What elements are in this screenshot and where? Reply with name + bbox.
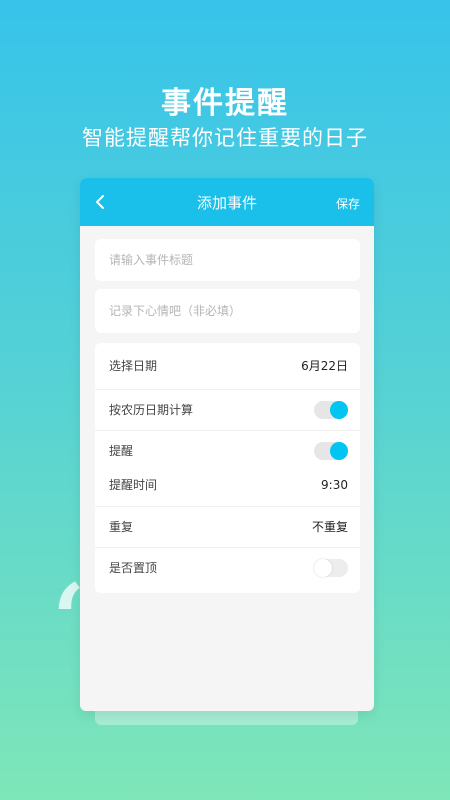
pin-toggle[interactable] xyxy=(314,559,348,577)
lunar-toggle[interactable] xyxy=(314,401,348,419)
settings-panel: 选择日期 6月22日 按农历日期计算 提醒 提醒时间 9:30 重复 不重复 是… xyxy=(95,343,360,593)
lunar-label: 按农历日期计算 xyxy=(109,403,194,417)
hero-title: 事件提醒 xyxy=(161,86,289,121)
nav-bar: 添加事件 保存 xyxy=(80,178,374,226)
date-label: 选择日期 xyxy=(109,359,158,373)
date-value: 6月22日 xyxy=(301,359,348,373)
hero-subtitle: 智能提醒帮你记住重要的日子 xyxy=(82,126,368,150)
remind-time-value: 9:30 xyxy=(321,478,348,492)
event-title-input[interactable]: 请输入事件标题 xyxy=(95,239,360,281)
pin-label: 是否置顶 xyxy=(109,561,158,575)
pin-row: 是否置顶 xyxy=(95,548,360,588)
mood-note-input[interactable]: 记录下心情吧（非必填） xyxy=(95,289,360,333)
repeat-label: 重复 xyxy=(109,520,134,534)
phone-screen-card: 添加事件 保存 请输入事件标题 记录下心情吧（非必填） 选择日期 6月22日 按… xyxy=(80,178,374,711)
nav-title: 添加事件 xyxy=(196,194,257,212)
lunar-row: 按农历日期计算 xyxy=(95,390,360,430)
save-button[interactable]: 保存 xyxy=(336,195,360,212)
repeat-value: 不重复 xyxy=(311,520,348,534)
remind-label: 提醒 xyxy=(109,444,134,458)
date-row[interactable]: 选择日期 6月22日 xyxy=(95,343,360,389)
remind-row: 提醒 xyxy=(95,431,360,471)
repeat-row[interactable]: 重复 不重复 xyxy=(95,507,360,547)
remind-toggle[interactable] xyxy=(314,442,348,460)
remind-time-label: 提醒时间 xyxy=(109,478,158,492)
remind-time-row[interactable]: 提醒时间 9:30 xyxy=(95,468,360,502)
